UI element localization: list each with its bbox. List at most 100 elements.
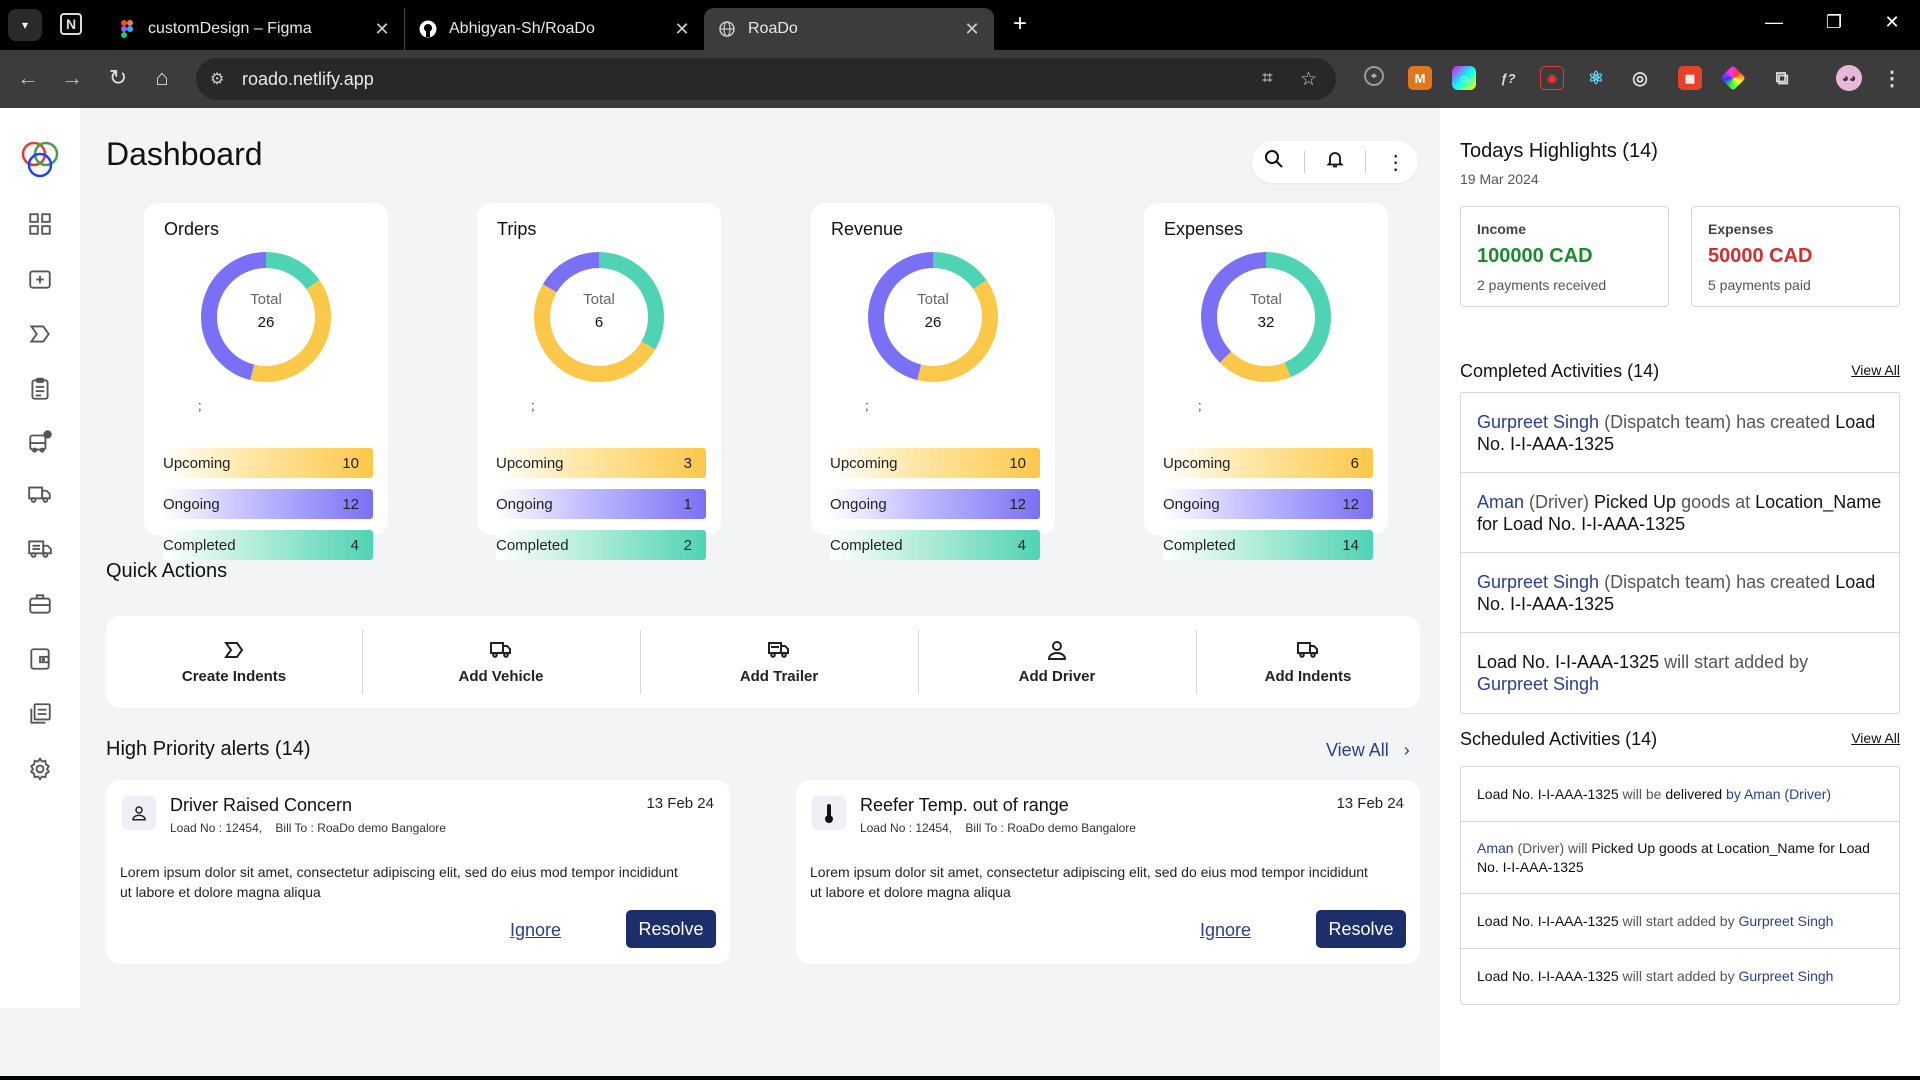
activity-item[interactable]: Aman (Driver) Picked Up goods at Locatio…	[1461, 473, 1899, 553]
minimize-icon[interactable]: —	[1754, 12, 1794, 33]
scheduled-item[interactable]: Load No. I-I-AAA-1325 will start added b…	[1461, 894, 1899, 949]
ignore-link[interactable]: Ignore	[510, 920, 561, 941]
sidebar-item-settings[interactable]	[24, 753, 56, 785]
forward-icon[interactable]: →	[58, 65, 86, 91]
scheduled-item[interactable]: Aman (Driver) will Picked Up goods at Lo…	[1461, 822, 1899, 894]
alert-body: Lorem ipsum dolor sit amet, consectetur …	[120, 864, 678, 900]
total-label: Total	[1250, 291, 1282, 308]
create-indents-button[interactable]: Create Indents	[106, 616, 362, 708]
sidebar-item-wallet[interactable]	[24, 643, 56, 675]
extension-icon[interactable]: ▦	[1678, 66, 1702, 90]
tab-figma[interactable]: customDesign – Figma ✕	[104, 8, 404, 50]
expenses-value: 50000 CAD	[1708, 245, 1813, 267]
roado-logo[interactable]	[19, 138, 61, 180]
sidebar-item-add[interactable]	[24, 263, 56, 295]
bell-icon[interactable]	[1320, 149, 1350, 175]
color-extension-icon[interactable]: ○	[1452, 66, 1476, 90]
sidebar-item-fleet[interactable]	[24, 533, 56, 565]
sidebar-item-bus[interactable]	[24, 426, 56, 458]
translate-icon[interactable]: ⌗	[1262, 68, 1273, 90]
sidebar-item-clipboard[interactable]	[24, 373, 56, 405]
add-indents-button[interactable]: Add Indents	[1196, 616, 1420, 708]
screen-record-extension-icon[interactable]: ◉	[1540, 66, 1564, 90]
back-icon[interactable]: ←	[14, 65, 42, 91]
close-tab-icon[interactable]: ✕	[370, 19, 394, 40]
close-window-icon[interactable]: ✕	[1872, 12, 1912, 33]
actor-name: Aman	[1477, 491, 1525, 512]
notion-pinned-tab[interactable]: N	[60, 13, 82, 35]
target-extension-icon[interactable]: ◎	[1628, 66, 1652, 90]
ongoing-bar: Ongoing 12	[163, 489, 373, 519]
completed-view-all-link[interactable]: View All	[1851, 362, 1900, 378]
add-vehicle-button[interactable]: Add Vehicle	[362, 616, 640, 708]
new-tab-button[interactable]: +	[1005, 10, 1035, 38]
more-vertical-icon[interactable]: ⋮	[1381, 150, 1411, 175]
highlights-date: 19 Mar 2024	[1460, 171, 1539, 187]
add-trailer-button[interactable]: Add Trailer	[640, 616, 918, 708]
ignore-link[interactable]: Ignore	[1200, 920, 1251, 941]
alert-date: 13 Feb 24	[1336, 795, 1404, 812]
tab-github[interactable]: Abhigyan-Sh/RoaDo ✕	[404, 8, 704, 50]
divider	[1304, 151, 1306, 173]
color-picker-extension-icon[interactable]	[1720, 65, 1746, 91]
scheduled-item[interactable]: Load No. I-I-AAA-1325 will start added b…	[1461, 949, 1899, 1004]
activity-item[interactable]: Load No. I-I-AAA-1325 will start added b…	[1461, 633, 1899, 713]
upcoming-label: Upcoming	[163, 454, 231, 472]
sidebar-item-gallery[interactable]	[24, 698, 56, 730]
bus-alert-icon	[29, 430, 52, 453]
donut-center: Total 26	[144, 291, 388, 331]
restore-icon[interactable]: ❐	[1814, 12, 1854, 33]
completed-bar: Completed 2	[496, 530, 706, 560]
sidebar-item-trucks[interactable]	[24, 478, 56, 510]
globe-icon	[718, 20, 736, 38]
site-info-icon[interactable]: ⚙	[210, 69, 224, 89]
bookmark-star-icon[interactable]: ☆	[1300, 68, 1317, 91]
upcoming-value: 6	[1350, 454, 1359, 472]
taskbar-edge	[0, 1076, 1920, 1080]
scheduled-view-all-link[interactable]: View All	[1851, 730, 1900, 746]
address-bar[interactable]: ⚙ roado.netlify.app ⌗ ☆	[196, 58, 1336, 100]
font-extension-icon[interactable]: ƒ?	[1496, 66, 1520, 90]
action-label: Add Trailer	[739, 667, 819, 685]
github-icon	[419, 20, 437, 38]
activity-action: will start added by	[1618, 968, 1739, 984]
tab-roado-active[interactable]: RoaDo ✕	[704, 8, 994, 50]
sidebar-item-briefcase[interactable]	[24, 588, 56, 620]
activity-item[interactable]: Gurpreet Singh (Dispatch team) has creat…	[1461, 553, 1899, 633]
income-value: 100000 CAD	[1477, 245, 1593, 267]
upcoming-bar: Upcoming 10	[830, 448, 1040, 478]
resolve-button[interactable]: Resolve	[626, 910, 716, 948]
donut-center: Total 6	[477, 291, 721, 331]
truck-list-icon	[28, 540, 52, 558]
tab-title: RoaDo	[748, 20, 798, 37]
reload-icon[interactable]: ↻	[104, 65, 132, 91]
close-tab-icon[interactable]: ✕	[960, 19, 984, 40]
resolve-button[interactable]: Resolve	[1316, 910, 1406, 948]
extensions-puzzle-icon[interactable]: ⧉	[1770, 66, 1794, 90]
ongoing-label: Ongoing	[496, 495, 553, 513]
sidebar-item-dashboard[interactable]	[24, 208, 56, 240]
activity-action: will be	[1618, 785, 1666, 802]
stat-card-trips: Trips Total 6 ; Upcoming 3 Ongoing 1 Compl…	[477, 203, 721, 560]
alerts-view-all-link[interactable]: View All ›	[1326, 740, 1410, 761]
close-tab-icon[interactable]: ✕	[670, 19, 694, 40]
search-icon[interactable]	[1259, 149, 1289, 175]
tab-search-button[interactable]: ▾	[8, 9, 42, 41]
activity-item[interactable]: Gurpreet Singh (Dispatch team) has creat…	[1461, 393, 1899, 473]
profile-avatar[interactable]: ◕◕	[1836, 65, 1862, 91]
ongoing-value: 12	[1009, 495, 1026, 513]
actor-name: Gurpreet Singh	[1477, 571, 1600, 592]
expenses-label: Expenses	[1708, 221, 1774, 237]
browser-menu-icon[interactable]: ⋮	[1880, 66, 1904, 90]
react-devtools-icon[interactable]: ⚛	[1584, 66, 1608, 90]
home-icon[interactable]: ⌂	[148, 65, 176, 91]
scheduled-item[interactable]: Load No. I-I-AAA-1325 will be delivered …	[1461, 767, 1899, 822]
sidebar-item-indents[interactable]	[24, 318, 56, 350]
alert-meta: Load No : 12454, Bill To : RoaDo demo Ba…	[170, 821, 446, 835]
ongoing-label: Ongoing	[830, 495, 887, 513]
activity-verb: delivered	[1665, 785, 1723, 802]
actor-name: Gurpreet Singh	[1738, 968, 1834, 984]
metamask-extension-icon[interactable]: M	[1408, 66, 1432, 90]
compass-extension-icon[interactable]: ⌖	[1364, 66, 1384, 86]
add-driver-button[interactable]: Add Driver	[918, 616, 1196, 708]
